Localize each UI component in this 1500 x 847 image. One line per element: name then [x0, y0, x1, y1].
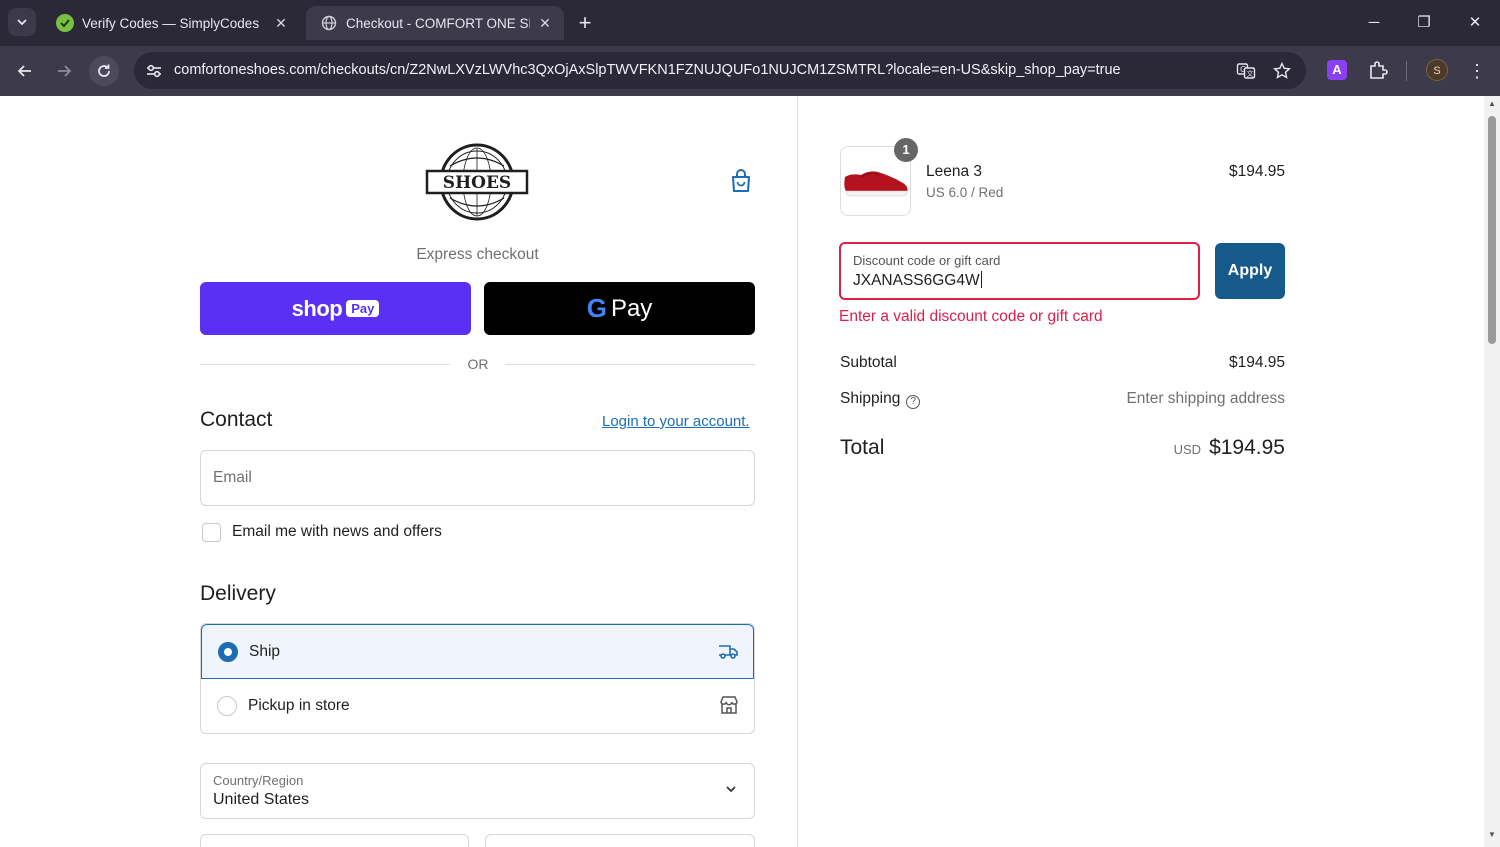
delivery-heading: Delivery — [200, 582, 276, 605]
shop-pay-wordmark: shop — [291, 295, 343, 321]
gpay-label: Pay — [610, 294, 653, 322]
or-label: OR — [467, 356, 489, 372]
checkout-page: SHOES Express checkout shop Pay G Pay OR… — [0, 96, 1484, 847]
arrow-right-icon — [58, 65, 72, 77]
express-checkout-label: Express checkout — [416, 246, 539, 263]
discount-error-message: Enter a valid discount code or gift card — [839, 308, 1103, 325]
shipping-value: Enter shipping address — [1126, 390, 1285, 407]
simplycodes-check-icon — [56, 14, 74, 32]
store-icon — [720, 696, 738, 714]
shipping-row: Shipping? — [840, 390, 921, 409]
google-pay-button[interactable]: G Pay — [484, 282, 755, 335]
translate-icon[interactable]: G文 — [1235, 60, 1257, 82]
minimize-icon[interactable]: ─ — [1359, 10, 1389, 36]
close-window-icon[interactable]: ✕ — [1460, 10, 1490, 36]
country-region-select[interactable]: Country/Region United States — [200, 763, 755, 819]
last-name-field[interactable] — [485, 834, 755, 847]
country-label: Country/Region — [213, 773, 304, 788]
browser-menu-icon[interactable]: ⋮ — [1467, 59, 1487, 83]
svg-text:SHOES: SHOES — [443, 173, 511, 193]
chevron-down-icon — [17, 19, 27, 26]
bookmark-star-icon[interactable] — [1271, 60, 1293, 82]
profile-avatar[interactable]: S — [1426, 59, 1448, 81]
product-price: $194.95 — [1228, 163, 1285, 180]
email-placeholder: Email — [213, 469, 252, 486]
back-button[interactable] — [10, 56, 40, 86]
newsletter-checkbox[interactable] — [202, 523, 221, 542]
contact-heading: Contact — [200, 408, 273, 431]
summary-divider — [797, 96, 798, 847]
browser-toolbar: comfortoneshoes.com/checkouts/cn/Z2NwLXV… — [0, 46, 1500, 96]
tab-title: Checkout - COMFORT ONE SHOES — [346, 15, 530, 31]
subtotal-value: $194.95 — [1228, 354, 1285, 371]
delivery-method-group: Ship Pickup in store — [200, 623, 755, 734]
delivery-option-pickup[interactable]: Pickup in store — [201, 679, 754, 733]
pickup-radio[interactable] — [217, 696, 237, 716]
email-field[interactable]: Email — [200, 450, 755, 506]
scroll-up-arrow-icon[interactable]: ▲ — [1487, 99, 1497, 109]
tab-search-button[interactable] — [8, 8, 36, 36]
shop-pay-button[interactable]: shop Pay — [200, 282, 471, 335]
new-tab-button[interactable]: + — [572, 11, 598, 37]
restore-icon[interactable]: ❐ — [1409, 10, 1439, 36]
quantity-badge: 1 — [894, 138, 918, 162]
total-value-wrap: USD $194.95 — [1060, 436, 1285, 460]
text-caret — [980, 271, 982, 288]
shopping-bag-icon[interactable] — [729, 168, 753, 194]
reload-button[interactable] — [89, 56, 119, 86]
apply-button[interactable]: Apply — [1215, 243, 1285, 299]
globe-icon — [320, 14, 338, 32]
truck-icon — [719, 645, 738, 659]
site-settings-icon[interactable] — [144, 61, 164, 81]
total-label: Total — [840, 436, 885, 459]
close-tab-icon[interactable]: ✕ — [272, 14, 290, 32]
url-text: comfortoneshoes.com/checkouts/cn/Z2NwLXV… — [174, 62, 1121, 78]
pickup-label: Pickup in store — [248, 697, 350, 714]
subtotal-label: Subtotal — [840, 354, 897, 371]
delivery-option-ship[interactable]: Ship — [201, 624, 754, 679]
arrow-left-icon — [17, 65, 31, 77]
browser-tab-bar: Verify Codes — SimplyCodes ✕ Checkout - … — [0, 0, 1500, 46]
scroll-down-arrow-icon[interactable]: ▼ — [1487, 830, 1497, 840]
total-value: $194.95 — [1209, 436, 1285, 459]
shop-pay-badge: Pay — [346, 300, 380, 317]
discount-value-wrap: JXANASS6GG4W — [853, 271, 982, 290]
address-bar[interactable]: comfortoneshoes.com/checkouts/cn/Z2NwLXV… — [134, 52, 1306, 89]
total-currency: USD — [1173, 442, 1202, 457]
tab-simplycodes[interactable]: Verify Codes — SimplyCodes ✕ — [42, 6, 300, 40]
chevron-down-icon — [726, 786, 736, 793]
toolbar-separator — [1406, 61, 1407, 81]
first-name-field[interactable] — [200, 834, 469, 847]
login-link[interactable]: Login to your account. — [602, 413, 750, 430]
discount-code-input[interactable]: Discount code or gift card JXANASS6GG4W — [839, 242, 1200, 300]
tab-title: Verify Codes — SimplyCodes — [82, 15, 260, 31]
scrollbar-thumb[interactable] — [1488, 116, 1496, 344]
reload-icon — [98, 64, 110, 77]
forward-button[interactable] — [49, 56, 79, 86]
product-name: Leena 3 — [926, 163, 983, 180]
close-tab-icon[interactable]: ✕ — [536, 14, 554, 32]
page-scrollbar[interactable]: ▲ ▼ — [1484, 96, 1500, 847]
discount-label: Discount code or gift card — [853, 253, 1001, 268]
svg-text:文: 文 — [1247, 69, 1254, 78]
extension-a-icon[interactable]: A — [1327, 60, 1347, 80]
ship-radio[interactable] — [218, 642, 238, 662]
ship-label: Ship — [249, 643, 281, 660]
newsletter-label[interactable]: Email me with news and offers — [232, 523, 442, 541]
or-divider-right — [505, 364, 755, 365]
google-g-icon: G — [586, 293, 607, 323]
help-circle-icon[interactable]: ? — [906, 395, 921, 409]
or-divider-left — [200, 364, 450, 365]
discount-value: JXANASS6GG4W — [853, 272, 980, 289]
extensions-puzzle-icon[interactable] — [1366, 58, 1390, 82]
comfort-one-shoes-logo[interactable]: SHOES — [424, 142, 530, 224]
shipping-label: Shipping — [840, 390, 901, 407]
product-variant: US 6.0 / Red — [926, 185, 1004, 200]
country-value: United States — [213, 791, 310, 808]
tab-checkout[interactable]: Checkout - COMFORT ONE SHOES ✕ — [306, 6, 564, 40]
